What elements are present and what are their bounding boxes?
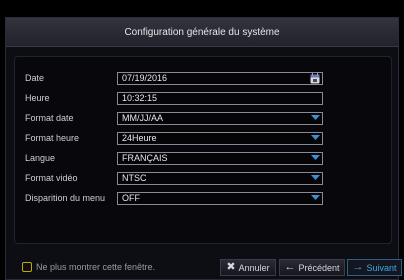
calendar-icon[interactable] [310, 72, 320, 84]
cancel-label: Annuler [238, 262, 270, 273]
time-format-value: 24Heure [122, 133, 157, 143]
chevron-down-icon[interactable] [309, 173, 322, 184]
date-format-value: MM/JJ/AA [122, 113, 164, 123]
video-format-label: Format vidéo [25, 173, 78, 183]
menu-timeout-value: OFF [122, 193, 140, 203]
language-value: FRANÇAIS [122, 153, 168, 163]
video-format-select[interactable]: NTSC [117, 171, 323, 185]
date-format-select[interactable]: MM/JJ/AA [117, 111, 323, 125]
chevron-down-icon[interactable] [309, 113, 322, 124]
date-field[interactable]: 07/19/2016 [117, 71, 323, 85]
date-format-label: Format date [25, 113, 74, 123]
time-format-label: Format heure [25, 133, 80, 143]
close-icon: ✖ [226, 261, 236, 273]
time-field[interactable]: 10:32:15 [117, 91, 323, 105]
chevron-down-icon[interactable] [309, 153, 322, 164]
settings-panel: Date 07/19/2016 Heure 10:32:15 Format da… [14, 56, 392, 244]
dont-show-again[interactable]: Ne plus montrer cette fenêtre. [22, 262, 155, 272]
setup-dialog: Configuration générale du système Date 0… [5, 17, 399, 280]
dialog-title: Configuration générale du système [6, 18, 398, 47]
language-select[interactable]: FRANÇAIS [117, 151, 323, 165]
next-label: Suivant [366, 262, 397, 273]
date-label: Date [25, 73, 45, 83]
menu-timeout-select[interactable]: OFF [117, 191, 323, 205]
video-format-value: NTSC [122, 173, 147, 183]
arrow-left-icon: ← [284, 261, 296, 273]
cancel-button[interactable]: ✖ Annuler [220, 259, 276, 276]
row-time-format: Format heure 24Heure [25, 131, 325, 145]
row-video-format: Format vidéo NTSC [25, 171, 325, 185]
dont-show-label: Ne plus montrer cette fenêtre. [36, 262, 156, 272]
previous-label: Précédent [298, 262, 340, 273]
row-date: Date 07/19/2016 [25, 71, 325, 85]
language-label: Langue [25, 153, 56, 163]
chevron-down-icon[interactable] [309, 133, 322, 144]
date-value: 07/19/2016 [122, 73, 168, 83]
row-date-format: Format date MM/JJ/AA [25, 111, 325, 125]
chevron-down-icon[interactable] [309, 193, 322, 204]
time-value: 10:32:15 [122, 93, 158, 103]
time-format-select[interactable]: 24Heure [117, 131, 323, 145]
dont-show-checkbox[interactable] [22, 262, 32, 272]
menu-timeout-label: Disparition du menu [25, 193, 106, 203]
row-menu-timeout: Disparition du menu OFF [25, 191, 325, 205]
row-language: Langue FRANÇAIS [25, 151, 325, 165]
arrow-right-icon: → [352, 261, 364, 273]
row-time: Heure 10:32:15 [25, 91, 325, 105]
next-button[interactable]: → Suivant [347, 259, 402, 276]
previous-button[interactable]: ← Précédent [279, 259, 345, 276]
time-label: Heure [25, 93, 50, 103]
